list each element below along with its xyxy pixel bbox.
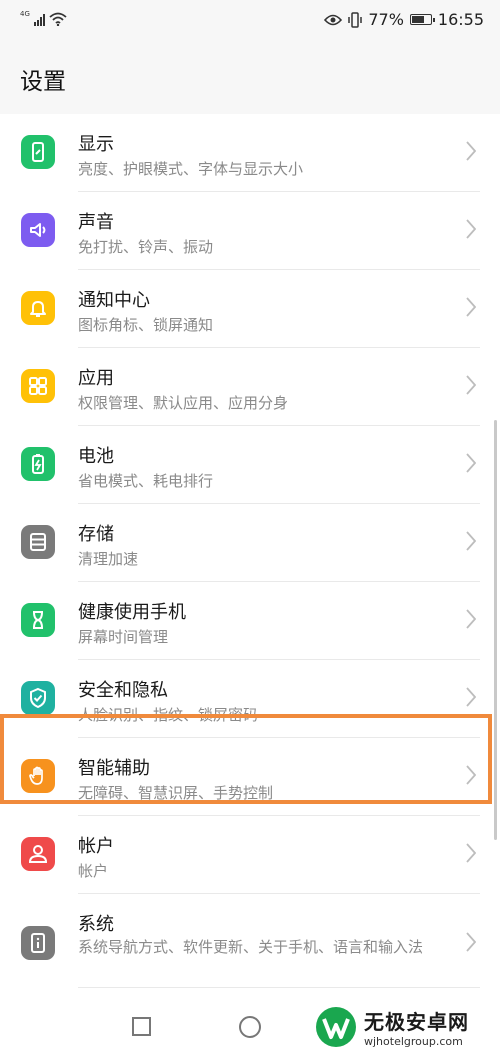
watermark-name: 无极安卓网 — [364, 1010, 469, 1034]
settings-item-subtitle: 屏幕时间管理 — [78, 628, 169, 646]
recents-button[interactable] — [132, 1017, 151, 1036]
settings-item-9[interactable]: 帐户 帐户 — [0, 816, 500, 894]
settings-item-subtitle: 省电模式、耗电排行 — [78, 472, 214, 490]
settings-item-4[interactable]: 电池省电模式、耗电排行 — [0, 426, 500, 504]
chevron-right-icon — [466, 609, 476, 629]
bell-icon — [21, 291, 55, 325]
settings-item-title: 系统 — [78, 914, 114, 935]
battery-icon — [409, 14, 435, 25]
settings-item-subtitle: 免打扰、铃声、振动 — [78, 238, 214, 256]
settings-item-title: 帐户 — [78, 836, 114, 857]
page-title: 设置 — [20, 69, 66, 95]
settings-list: 显示亮度、护眼模式、字体与显示大小 声音免打扰、铃声、振动 通知中心图标角标、锁屏通… — [0, 114, 500, 988]
settings-item-title: 应用 — [78, 368, 114, 389]
settings-item-subtitle: 清理加速 — [78, 550, 139, 568]
network-type-label: 4G — [20, 10, 30, 18]
settings-item-subtitle: 人脸识别、指纹、锁屏密码 — [78, 706, 259, 724]
divider — [78, 987, 480, 988]
chevron-right-icon — [466, 219, 476, 239]
settings-item-title: 通知中心 — [78, 290, 150, 311]
chevron-right-icon — [466, 932, 476, 952]
settings-item-subtitle: 帐户 — [78, 862, 109, 880]
chevron-right-icon — [466, 531, 476, 551]
chevron-right-icon — [466, 843, 476, 863]
settings-item-title: 显示 — [78, 134, 114, 155]
hourglass-icon — [21, 603, 55, 637]
system-info-icon — [21, 926, 55, 960]
shield-icon — [21, 681, 55, 715]
watermark-logo-icon — [316, 1007, 356, 1047]
settings-item-0[interactable]: 显示亮度、护眼模式、字体与显示大小 — [0, 114, 500, 192]
chevron-right-icon — [466, 297, 476, 317]
status-bar: 4G 77% 16:55 — [0, 0, 500, 44]
settings-item-subtitle: 图标角标、锁屏通知 — [78, 316, 214, 334]
signal-icon — [33, 14, 45, 26]
settings-item-title: 声音 — [78, 212, 114, 233]
home-button[interactable] — [239, 1016, 261, 1038]
settings-item-7[interactable]: 安全和隐私人脸识别、指纹、锁屏密码 — [0, 660, 500, 738]
display-icon — [21, 135, 55, 169]
settings-item-title: 电池 — [78, 446, 114, 467]
storage-icon — [21, 525, 55, 559]
chevron-right-icon — [466, 375, 476, 395]
settings-item-title: 存储 — [78, 524, 114, 545]
vibrate-icon — [348, 11, 363, 28]
settings-item-6[interactable]: 健康使用手机 屏幕时间管理 — [0, 582, 500, 660]
chevron-right-icon — [466, 453, 476, 473]
battery-percent: 77% — [368, 10, 404, 29]
settings-item-1[interactable]: 声音免打扰、铃声、振动 — [0, 192, 500, 270]
header: 设置 — [0, 44, 500, 114]
hand-icon — [21, 759, 55, 793]
settings-item-2[interactable]: 通知中心图标角标、锁屏通知 — [0, 270, 500, 348]
eye-comfort-icon — [324, 14, 343, 25]
settings-item-3[interactable]: 应用权限管理、默认应用、应用分身 — [0, 348, 500, 426]
settings-item-8[interactable]: 智能辅助无障碍、智慧识屏、手势控制 — [0, 738, 500, 816]
scrollbar[interactable] — [494, 420, 497, 840]
chevron-right-icon — [466, 765, 476, 785]
account-icon — [21, 837, 55, 871]
wifi-icon — [49, 12, 67, 26]
settings-item-10[interactable]: 系统系统导航方式、软件更新、关于手机、语言和输入法 — [0, 894, 500, 988]
sound-icon — [21, 213, 55, 247]
settings-item-5[interactable]: 存储 清理加速 — [0, 504, 500, 582]
chevron-right-icon — [466, 687, 476, 707]
settings-item-subtitle: 系统导航方式、软件更新、关于手机、语言和输入法 — [78, 938, 424, 956]
settings-item-subtitle: 无障碍、智慧识屏、手势控制 — [78, 784, 274, 802]
chevron-right-icon — [466, 141, 476, 161]
clock: 16:55 — [437, 10, 484, 29]
settings-item-subtitle: 权限管理、默认应用、应用分身 — [78, 394, 289, 412]
settings-item-title: 安全和隐私 — [78, 680, 168, 701]
settings-item-title: 智能辅助 — [78, 758, 150, 779]
watermark: 无极安卓网 wjhotelgroup.com — [314, 1005, 469, 1049]
settings-item-subtitle: 亮度、护眼模式、字体与显示大小 — [78, 160, 304, 178]
watermark-url: wjhotelgroup.com — [364, 1035, 463, 1048]
battery-icon — [21, 447, 55, 481]
status-right-cluster: 77% 16:55 — [324, 10, 484, 29]
signal-cluster: 4G — [20, 10, 67, 26]
settings-item-title: 健康使用手机 — [78, 602, 186, 623]
apps-icon — [21, 369, 55, 403]
